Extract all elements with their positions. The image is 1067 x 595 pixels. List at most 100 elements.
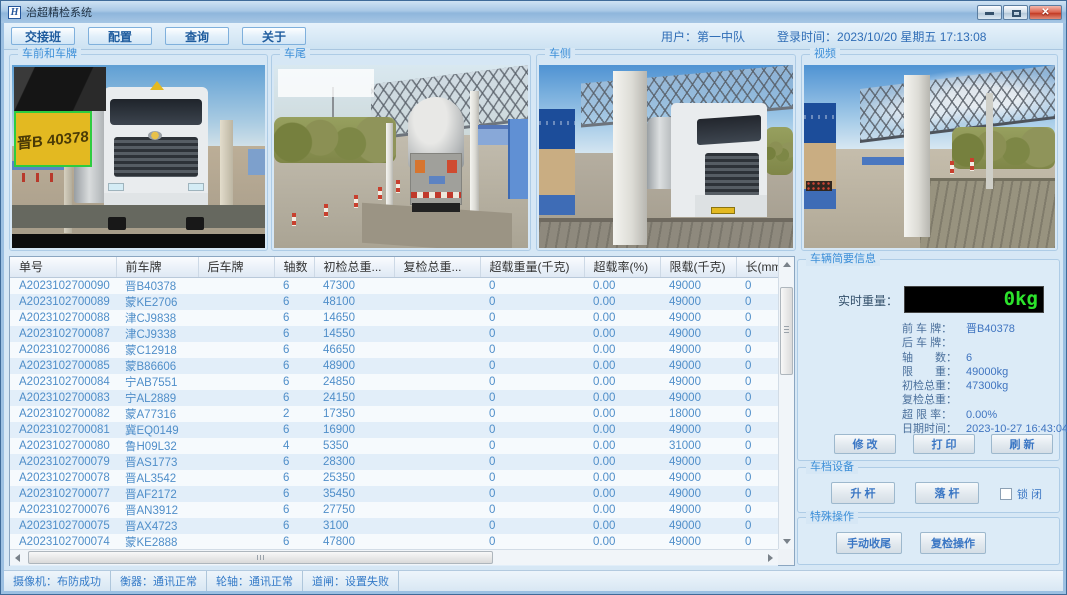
vertical-scrollbar[interactable] [778, 257, 794, 549]
table-row[interactable]: A2023102700077晋AF217263545000.00490000 [10, 486, 778, 502]
column-header[interactable]: 限载(千克) [660, 257, 736, 277]
barrier-device-title: 车档设备 [806, 461, 858, 474]
table-row[interactable]: A2023102700076晋AN391262775000.00490000 [10, 502, 778, 518]
table-cell: 49000 [660, 277, 736, 294]
table-row[interactable]: A2023102700074蒙KE288864780000.00490000 [10, 534, 778, 550]
table-cell [394, 454, 480, 470]
camera-label: 车侧 [545, 48, 575, 61]
toolbar-button-shift-change[interactable]: 交接班 [11, 27, 75, 45]
table-cell: 晋AN3912 [116, 502, 198, 518]
print-button[interactable]: 打 印 [913, 434, 975, 454]
table-cell: 0 [736, 406, 778, 422]
app-icon: H [8, 6, 21, 19]
table-cell: 49000 [660, 374, 736, 390]
table-row[interactable]: A2023102700085蒙B8660664890000.00490000 [10, 358, 778, 374]
vertical-scroll-thumb[interactable] [780, 287, 793, 375]
info-field-value: 49000kg [966, 366, 1008, 378]
canopy-pillar [904, 75, 930, 237]
minimize-icon [985, 12, 994, 15]
table-row[interactable]: A2023102700078晋AL354262535000.00490000 [10, 470, 778, 486]
close-button[interactable]: ✕ [1029, 5, 1062, 20]
maximize-button[interactable] [1003, 5, 1028, 20]
refresh-button[interactable]: 刷 新 [991, 434, 1053, 454]
table-cell [198, 534, 274, 550]
title-bar[interactable]: H 治超精检系统 ✕ [1, 1, 1066, 23]
column-header[interactable]: 复检总重... [394, 257, 480, 277]
table-row[interactable]: A2023102700083宁AL288962415000.00490000 [10, 390, 778, 406]
table-cell: A2023102700088 [10, 310, 116, 326]
horizontal-scrollbar[interactable] [10, 549, 778, 565]
booth [508, 119, 528, 199]
weighbridge [539, 218, 793, 248]
column-header[interactable]: 长(mm) [736, 257, 778, 277]
camera-label: 车尾 [280, 48, 310, 61]
scroll-down-icon[interactable] [783, 539, 791, 544]
column-header[interactable]: 超载率(%) [584, 257, 660, 277]
table-cell: A2023102700080 [10, 438, 116, 454]
scroll-right-icon[interactable] [768, 554, 773, 562]
horizontal-scroll-thumb[interactable] [28, 551, 493, 564]
bridge-shadow [12, 234, 265, 248]
traffic-post [396, 180, 400, 193]
table-cell: A2023102700075 [10, 518, 116, 534]
column-header[interactable]: 前车牌 [116, 257, 198, 277]
table-cell: 鲁H09L32 [116, 438, 198, 454]
column-header[interactable]: 后车牌 [198, 257, 274, 277]
table-row[interactable]: A2023102700090晋B4037864730000.00490000 [10, 277, 778, 294]
table-cell: 6 [274, 277, 314, 294]
table-row[interactable]: A2023102700087津CJ933861455000.00490000 [10, 326, 778, 342]
column-header[interactable]: 超载重量(千克) [480, 257, 584, 277]
lower-pole-button[interactable]: 落 杆 [915, 482, 979, 504]
traffic-post [292, 213, 296, 226]
table-cell: A2023102700077 [10, 486, 116, 502]
toolbar-button-config[interactable]: 配置 [88, 27, 152, 45]
table-cell: 0.00 [584, 486, 660, 502]
table-cell: 0 [736, 326, 778, 342]
column-header[interactable]: 初检总重... [314, 257, 394, 277]
table-row[interactable]: A2023102700082蒙A7731621735000.00180000 [10, 406, 778, 422]
table-row[interactable]: A2023102700086蒙C1291864665000.00490000 [10, 342, 778, 358]
table-row[interactable]: A2023102700089蒙KE270664810000.00490000 [10, 294, 778, 310]
info-field-row: 日期时间：2023-10-27 16:43:04 [902, 420, 1055, 434]
info-field-row: 复检总重： [902, 391, 1055, 405]
table-cell [198, 406, 274, 422]
table-row[interactable]: A2023102700075晋AX47236310000.00490000 [10, 518, 778, 534]
table-cell: 0 [480, 390, 584, 406]
recheck-button[interactable]: 复检操作 [920, 532, 986, 554]
scroll-left-icon[interactable] [15, 554, 20, 562]
scroll-up-icon[interactable] [783, 262, 791, 267]
toolbar-button-about[interactable]: 关于 [242, 27, 306, 45]
table-cell: 6 [274, 518, 314, 534]
manual-finish-button[interactable]: 手动收尾 [836, 532, 902, 554]
table-cell: A2023102700081 [10, 422, 116, 438]
table-row[interactable]: A2023102700084宁AB755162485000.00490000 [10, 374, 778, 390]
barrier-device-panel: 车档设备 升 杆 落 杆 锁 闭 [797, 467, 1060, 513]
traffic-post [970, 158, 974, 171]
toolbar-button-query[interactable]: 查询 [165, 27, 229, 45]
table-row[interactable]: A2023102700079晋AS177362830000.00490000 [10, 454, 778, 470]
truck-cab [104, 87, 208, 217]
table-row[interactable]: A2023102700080鲁H09L324535000.00310000 [10, 438, 778, 454]
table-cell [198, 486, 274, 502]
column-header[interactable]: 轴数 [274, 257, 314, 277]
lock-checkbox[interactable] [1000, 488, 1012, 500]
column-header[interactable]: 单号 [10, 257, 116, 277]
table-cell: 6 [274, 294, 314, 310]
table-cell [198, 358, 274, 374]
table-cell: 17350 [314, 406, 394, 422]
traffic-post [354, 195, 358, 208]
table-cell: 49000 [660, 502, 736, 518]
headlight [188, 183, 204, 191]
raise-pole-button[interactable]: 升 杆 [831, 482, 895, 504]
table-cell: 49000 [660, 390, 736, 406]
vehicle-info-panel: 车辆简要信息 实时重量： 0kg 前 车 牌：晋B40378后 车 牌：轴 数：… [797, 259, 1060, 461]
table-cell [198, 470, 274, 486]
table-cell: 0 [480, 518, 584, 534]
table-cell: 6 [274, 454, 314, 470]
table-row[interactable]: A2023102700088津CJ983861465000.00490000 [10, 310, 778, 326]
status-item: 衡器：通讯正常 [111, 571, 207, 591]
window-controls: ✕ [976, 5, 1062, 20]
minimize-button[interactable] [977, 5, 1002, 20]
table-row[interactable]: A2023102700081冀EQ014961690000.00490000 [10, 422, 778, 438]
modify-button[interactable]: 修 改 [834, 434, 896, 454]
